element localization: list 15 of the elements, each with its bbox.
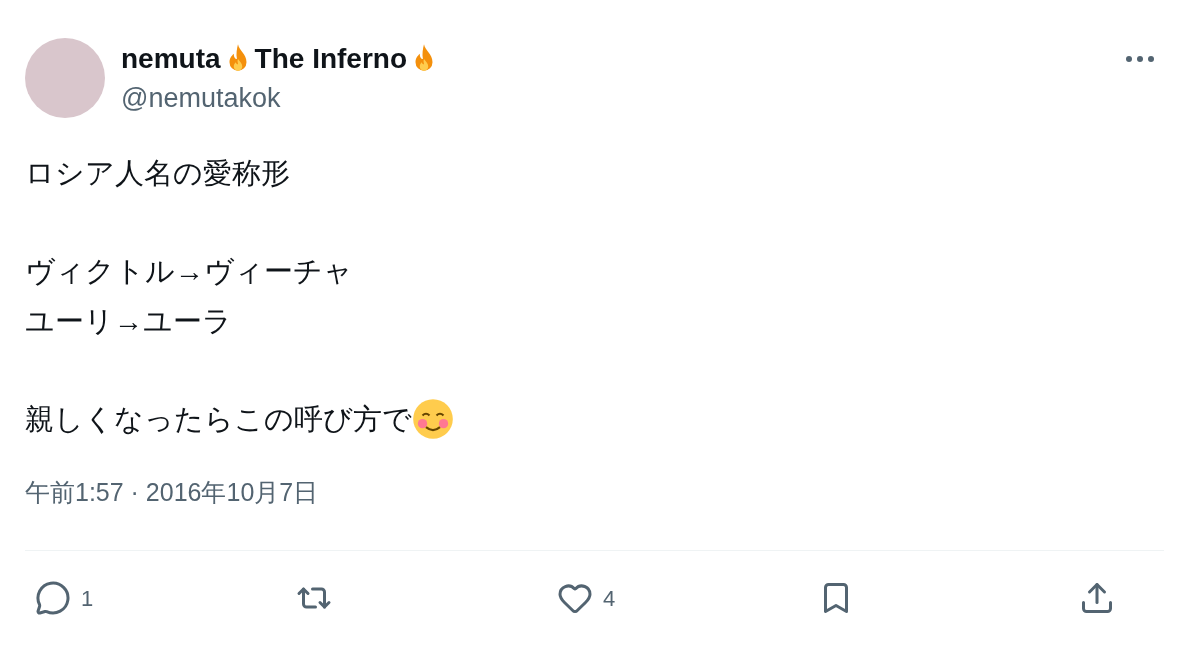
timestamp[interactable]: 午前1:57 · 2016年10月7日: [25, 474, 1164, 512]
tweet-text: ロシア人名の愛称形: [25, 156, 290, 191]
smiling-face-icon: [412, 398, 454, 440]
more-icon: [1126, 56, 1154, 62]
user-handle[interactable]: @nemutakok: [121, 78, 1126, 118]
more-button[interactable]: [1126, 56, 1154, 62]
share-icon: [1079, 580, 1115, 616]
display-name[interactable]: The Inferno: [254, 38, 408, 80]
reply-button[interactable]: 1: [35, 580, 105, 616]
display-name[interactable]: nemuta: [121, 38, 221, 80]
tweet-text: 親しくなったらこの呼び方で: [25, 402, 412, 437]
tweet-text: ヴィクトル→ヴィーチャ: [25, 254, 353, 289]
tweet-text: ユーリ→ユーラ: [25, 304, 232, 339]
speech-bubble-icon: [35, 580, 71, 616]
like-button[interactable]: 4: [557, 580, 627, 616]
